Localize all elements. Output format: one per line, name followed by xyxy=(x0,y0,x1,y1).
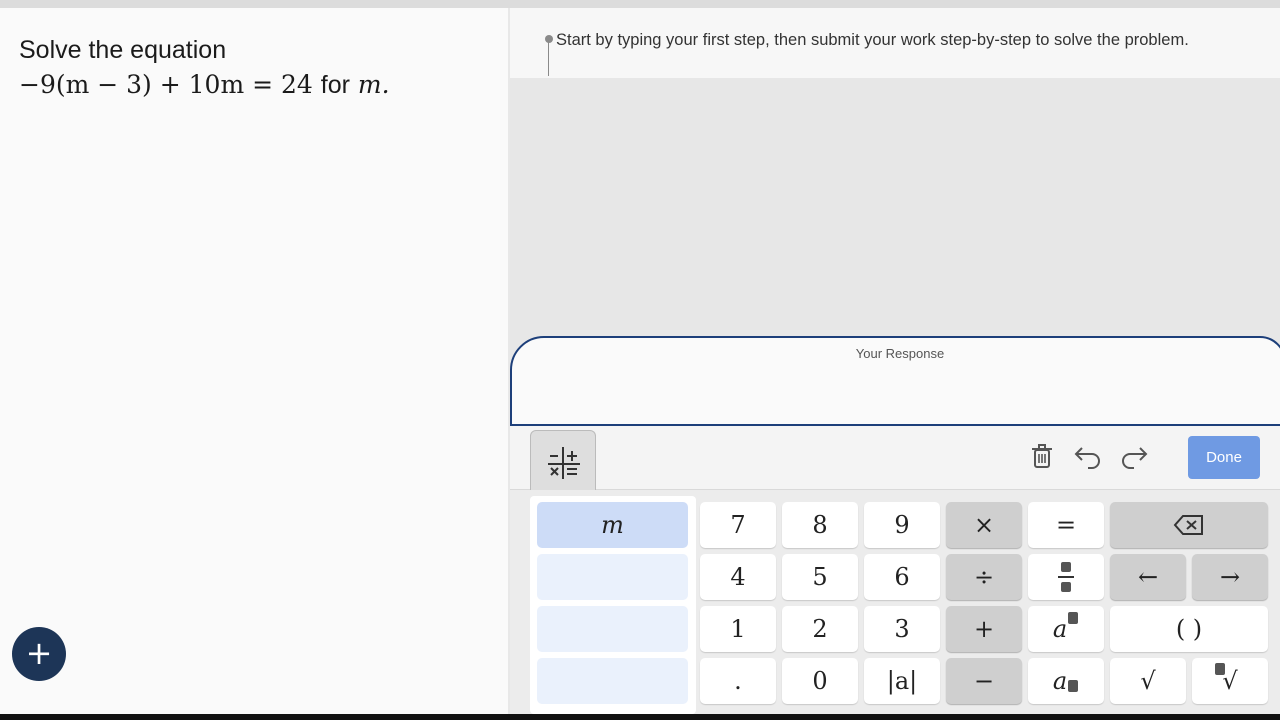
backspace-key[interactable] xyxy=(1110,502,1268,548)
exponent-base-icon: a xyxy=(1052,615,1068,643)
key-7[interactable]: 7 xyxy=(700,502,776,548)
absolute-value-key[interactable]: |a| xyxy=(864,658,940,704)
hint-bar: Start by typing your first step, then su… xyxy=(510,8,1280,78)
key-6[interactable]: 6 xyxy=(864,554,940,600)
root-index-box-icon xyxy=(1215,663,1225,675)
trash-icon[interactable] xyxy=(1026,440,1058,472)
key-2[interactable]: 2 xyxy=(782,606,858,652)
done-button[interactable]: Done xyxy=(1188,436,1260,479)
key-3[interactable]: 3 xyxy=(864,606,940,652)
key-equals[interactable]: = xyxy=(1028,502,1104,548)
subscript-box-icon xyxy=(1068,680,1079,692)
problem-equation: −9(m − 3) + 10m = 24 for m. xyxy=(19,70,390,100)
plus-icon: + xyxy=(25,634,53,672)
cursor-right-key[interactable]: → xyxy=(1192,554,1268,600)
variable-key-m[interactable]: m xyxy=(537,502,688,548)
equation-text: −9(m − 3) + 10m = 24 xyxy=(19,70,313,99)
for-word: for xyxy=(320,71,350,99)
keypad-tab[interactable] xyxy=(530,430,596,490)
empty-variable-slot xyxy=(537,606,688,652)
response-input[interactable]: Your Response xyxy=(510,336,1280,426)
key-8[interactable]: 8 xyxy=(782,502,858,548)
hint-line xyxy=(548,40,549,76)
key-divide[interactable]: ÷ xyxy=(946,554,1022,600)
exponent-key[interactable]: a xyxy=(1028,606,1104,652)
redo-icon[interactable] xyxy=(1118,440,1150,472)
subscript-base-icon: a xyxy=(1052,667,1068,695)
key-4[interactable]: 4 xyxy=(700,554,776,600)
key-0[interactable]: 0 xyxy=(782,658,858,704)
parentheses-key[interactable]: ( ) xyxy=(1110,606,1268,652)
hint-text: Start by typing your first step, then su… xyxy=(556,31,1189,49)
nth-root-key[interactable]: √ xyxy=(1192,658,1268,704)
fraction-icon xyxy=(1058,562,1074,592)
key-plus[interactable]: + xyxy=(946,606,1022,652)
undo-icon[interactable] xyxy=(1072,440,1104,472)
key-minus[interactable]: − xyxy=(946,658,1022,704)
math-keypad: m 7 8 9 × = 4 5 6 ÷ ← → 1 2 3 + a ( ) . … xyxy=(510,490,1280,714)
add-button[interactable]: + xyxy=(12,627,66,681)
subscript-key[interactable]: a xyxy=(1028,658,1104,704)
key-decimal[interactable]: . xyxy=(700,658,776,704)
keypad-tab-icon xyxy=(548,447,580,479)
response-label: Your Response xyxy=(855,346,945,361)
problem-title: Solve the equation xyxy=(19,36,227,64)
cursor-left-key[interactable]: ← xyxy=(1110,554,1186,600)
key-9[interactable]: 9 xyxy=(864,502,940,548)
exponent-box-icon xyxy=(1068,612,1079,624)
key-times[interactable]: × xyxy=(946,502,1022,548)
problem-pane: Solve the equation −9(m − 3) + 10m = 24 … xyxy=(0,8,508,714)
hint-dot-icon xyxy=(545,35,553,43)
keyboard-toolbar: Done xyxy=(510,426,1280,490)
bottom-strip xyxy=(0,714,1280,720)
fraction-key[interactable] xyxy=(1028,554,1104,600)
empty-variable-slot xyxy=(537,658,688,704)
empty-variable-slot xyxy=(537,554,688,600)
equation-variable: m. xyxy=(357,70,390,99)
backspace-icon xyxy=(1173,515,1203,535)
square-root-key[interactable]: √ xyxy=(1110,658,1186,704)
key-1[interactable]: 1 xyxy=(700,606,776,652)
top-bar xyxy=(0,0,1280,8)
key-5[interactable]: 5 xyxy=(782,554,858,600)
